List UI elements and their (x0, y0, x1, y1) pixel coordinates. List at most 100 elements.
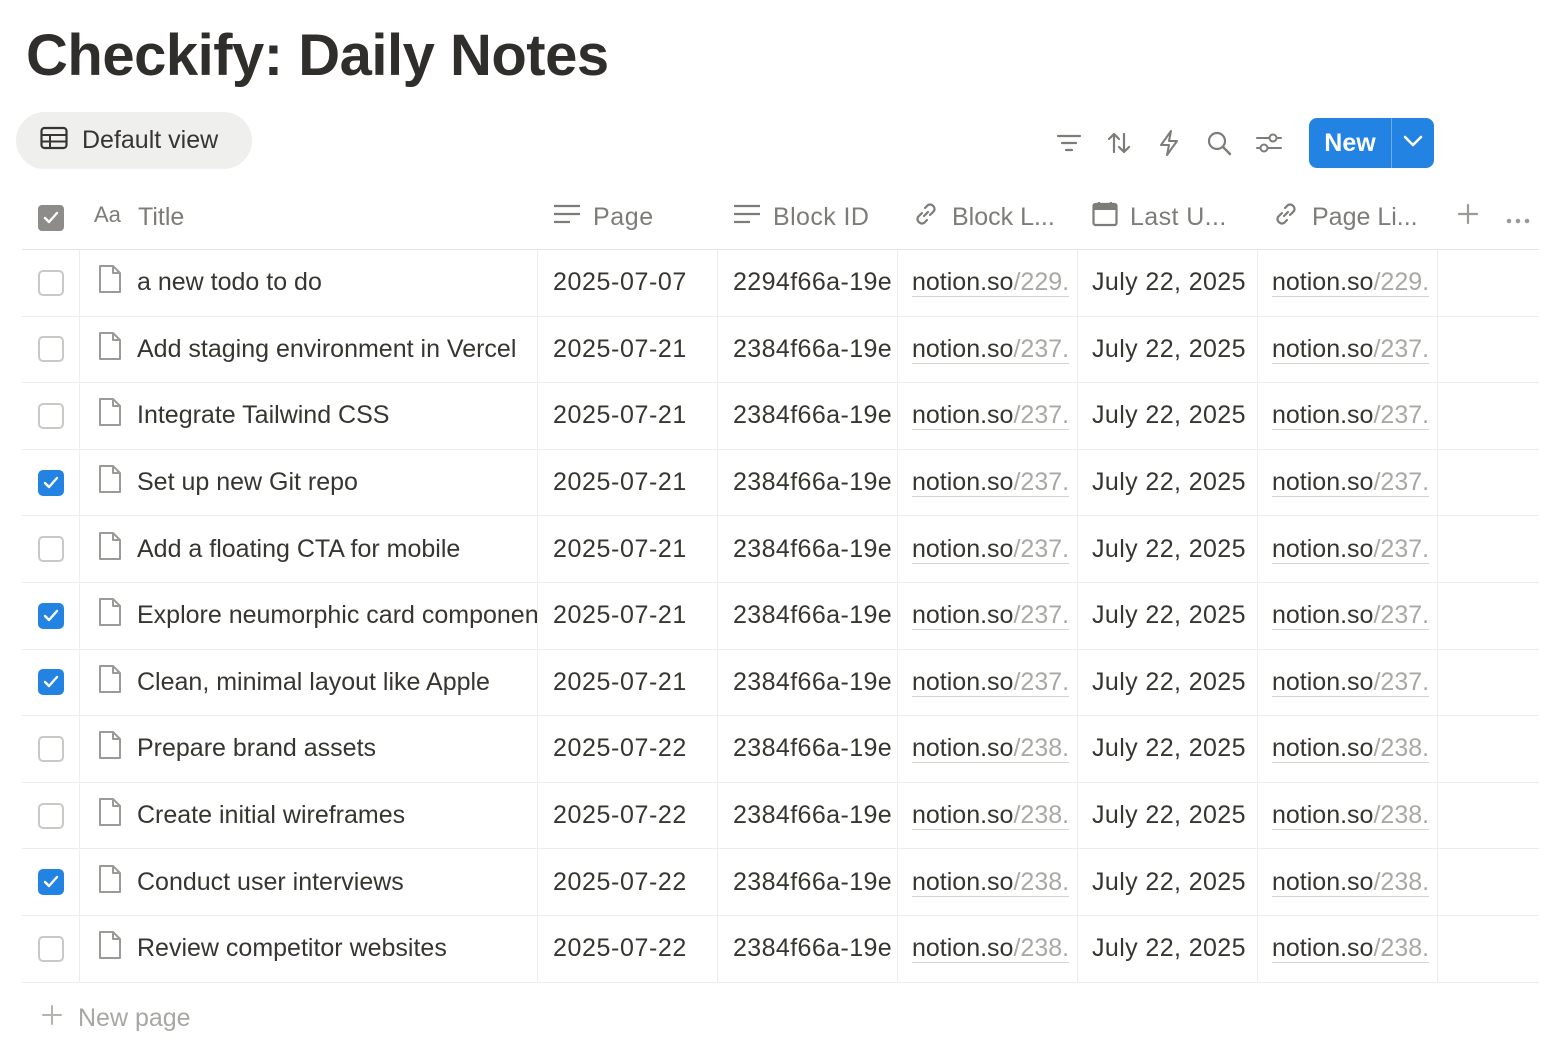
title-cell[interactable]: Conduct user interviews (80, 849, 538, 915)
column-header-page[interactable]: Page (538, 203, 718, 232)
search-icon[interactable] (1202, 126, 1236, 160)
block-id-cell[interactable]: 2384f66a-19e (718, 383, 898, 449)
page-link[interactable]: notion.so/238. (1272, 734, 1430, 764)
page-link[interactable]: notion.so/237. (1272, 335, 1430, 364)
block-link-cell[interactable]: notion.so/237. (898, 516, 1078, 582)
title-cell[interactable]: Clean, minimal layout like Apple (80, 649, 538, 716)
block-link[interactable]: notion.so/237. (912, 601, 1070, 631)
table-row[interactable]: Set up new Git repo 2025-07-21 2384f66a-19… (22, 449, 1539, 517)
page-cell[interactable]: 2025-07-21 (538, 649, 718, 716)
page-cell[interactable]: 2025-07-22 (538, 716, 718, 782)
last-updated-cell[interactable]: July 22, 2025 (1078, 782, 1258, 849)
block-link-cell[interactable]: notion.so/238. (898, 849, 1078, 915)
title-cell[interactable]: Review competitor websites (80, 915, 538, 982)
row-checkbox[interactable] (37, 536, 64, 563)
block-id-cell[interactable]: 2384f66a-19e (718, 449, 898, 516)
more-options-button[interactable] (1498, 203, 1538, 232)
page-cell[interactable]: 2025-07-22 (538, 849, 718, 915)
block-id-cell[interactable]: 2384f66a-19e (718, 649, 898, 716)
block-id-cell[interactable]: 2384f66a-19e (718, 849, 898, 915)
block-link[interactable]: notion.so/238. (912, 734, 1070, 764)
block-link-cell[interactable]: notion.so/237. (898, 316, 1078, 383)
table-row[interactable]: Create initial wireframes 2025-07-22 2384f… (22, 782, 1539, 850)
new-button-main[interactable]: New (1309, 118, 1391, 168)
page-cell[interactable]: 2025-07-22 (538, 915, 718, 982)
block-link[interactable]: notion.so/237. (912, 535, 1070, 564)
lightning-icon[interactable] (1152, 126, 1186, 160)
column-header-title[interactable]: Aa Title (80, 203, 538, 232)
page-link[interactable]: notion.so/238. (1272, 868, 1430, 897)
table-row[interactable]: Add staging environment in Vercel 2025-07… (22, 316, 1539, 384)
page-link[interactable]: notion.so/237. (1272, 401, 1430, 431)
last-updated-cell[interactable]: July 22, 2025 (1078, 250, 1258, 316)
row-checkbox[interactable] (37, 402, 64, 429)
table-row[interactable]: Conduct user interviews 2025-07-22 2384f66… (22, 849, 1539, 916)
title-cell[interactable]: Explore neumorphic card components (80, 582, 538, 649)
sort-icon[interactable] (1102, 126, 1136, 160)
page-link-cell[interactable]: notion.so/237. (1258, 316, 1438, 383)
table-row[interactable]: Clean, minimal layout like Apple 2025-07-… (22, 649, 1539, 717)
column-header-block-link[interactable]: Block L... (898, 200, 1078, 235)
row-checkbox[interactable] (37, 269, 64, 296)
page-link-cell[interactable]: notion.so/237. (1258, 582, 1438, 649)
block-id-cell[interactable]: 2384f66a-19e (718, 782, 898, 849)
page-link[interactable]: notion.so/237. (1272, 535, 1430, 564)
add-property-button[interactable] (1438, 203, 1498, 232)
page-link[interactable]: notion.so/229. (1272, 268, 1430, 298)
block-link-cell[interactable]: notion.so/238. (898, 716, 1078, 782)
title-cell[interactable]: a new todo to do (80, 250, 538, 316)
row-checkbox[interactable] (37, 802, 64, 829)
block-link-cell[interactable]: notion.so/237. (898, 649, 1078, 716)
page-link-cell[interactable]: notion.so/237. (1258, 649, 1438, 716)
block-link[interactable]: notion.so/237. (912, 468, 1070, 498)
block-id-cell[interactable]: 2294f66a-19e (718, 250, 898, 316)
column-header-page-link[interactable]: Page Li... (1258, 200, 1438, 235)
block-link-cell[interactable]: notion.so/237. (898, 383, 1078, 449)
page-cell[interactable]: 2025-07-21 (538, 383, 718, 449)
page-cell[interactable]: 2025-07-22 (538, 782, 718, 849)
page-cell[interactable]: 2025-07-07 (538, 250, 718, 316)
last-updated-cell[interactable]: July 22, 2025 (1078, 516, 1258, 582)
block-link-cell[interactable]: notion.so/237. (898, 582, 1078, 649)
block-link[interactable]: notion.so/238. (912, 868, 1070, 897)
row-checkbox[interactable] (37, 869, 64, 896)
block-link[interactable]: notion.so/237. (912, 401, 1070, 431)
column-header-last-updated[interactable]: Last U... (1078, 201, 1258, 234)
title-cell[interactable]: Add staging environment in Vercel (80, 316, 538, 383)
block-link[interactable]: notion.so/229. (912, 268, 1070, 298)
block-link-cell[interactable]: notion.so/237. (898, 449, 1078, 516)
block-link-cell[interactable]: notion.so/238. (898, 915, 1078, 982)
page-link-cell[interactable]: notion.so/237. (1258, 449, 1438, 516)
block-id-cell[interactable]: 2384f66a-19e (718, 915, 898, 982)
title-cell[interactable]: Create initial wireframes (80, 782, 538, 849)
block-link[interactable]: notion.so/237. (912, 335, 1070, 364)
block-id-cell[interactable]: 2384f66a-19e (718, 316, 898, 383)
page-link[interactable]: notion.so/238. (1272, 934, 1430, 964)
page-link-cell[interactable]: notion.so/238. (1258, 915, 1438, 982)
last-updated-cell[interactable]: July 22, 2025 (1078, 649, 1258, 716)
page-link-cell[interactable]: notion.so/237. (1258, 516, 1438, 582)
page-link-cell[interactable]: notion.so/229. (1258, 250, 1438, 316)
title-cell[interactable]: Add a floating CTA for mobile (80, 516, 538, 582)
last-updated-cell[interactable]: July 22, 2025 (1078, 716, 1258, 782)
title-cell[interactable]: Set up new Git repo (80, 449, 538, 516)
block-id-cell[interactable]: 2384f66a-19e (718, 516, 898, 582)
table-row[interactable]: Add a floating CTA for mobile 2025-07-21 2… (22, 516, 1539, 583)
last-updated-cell[interactable]: July 22, 2025 (1078, 449, 1258, 516)
title-cell[interactable]: Integrate Tailwind CSS (80, 383, 538, 449)
page-link-cell[interactable]: notion.so/238. (1258, 716, 1438, 782)
last-updated-cell[interactable]: July 22, 2025 (1078, 915, 1258, 982)
page-cell[interactable]: 2025-07-21 (538, 516, 718, 582)
column-header-block-id[interactable]: Block ID (718, 203, 898, 232)
page-link-cell[interactable]: notion.so/237. (1258, 383, 1438, 449)
row-checkbox[interactable] (37, 935, 64, 962)
table-row[interactable]: Prepare brand assets 2025-07-22 2384f66a-1… (22, 716, 1539, 783)
block-link-cell[interactable]: notion.so/229. (898, 250, 1078, 316)
table-row[interactable]: Explore neumorphic card components 2025-0… (22, 582, 1539, 650)
new-button-dropdown[interactable] (1392, 118, 1434, 168)
block-link-cell[interactable]: notion.so/238. (898, 782, 1078, 849)
block-id-cell[interactable]: 2384f66a-19e (718, 582, 898, 649)
row-checkbox[interactable] (37, 735, 64, 762)
page-cell[interactable]: 2025-07-21 (538, 449, 718, 516)
last-updated-cell[interactable]: July 22, 2025 (1078, 316, 1258, 383)
